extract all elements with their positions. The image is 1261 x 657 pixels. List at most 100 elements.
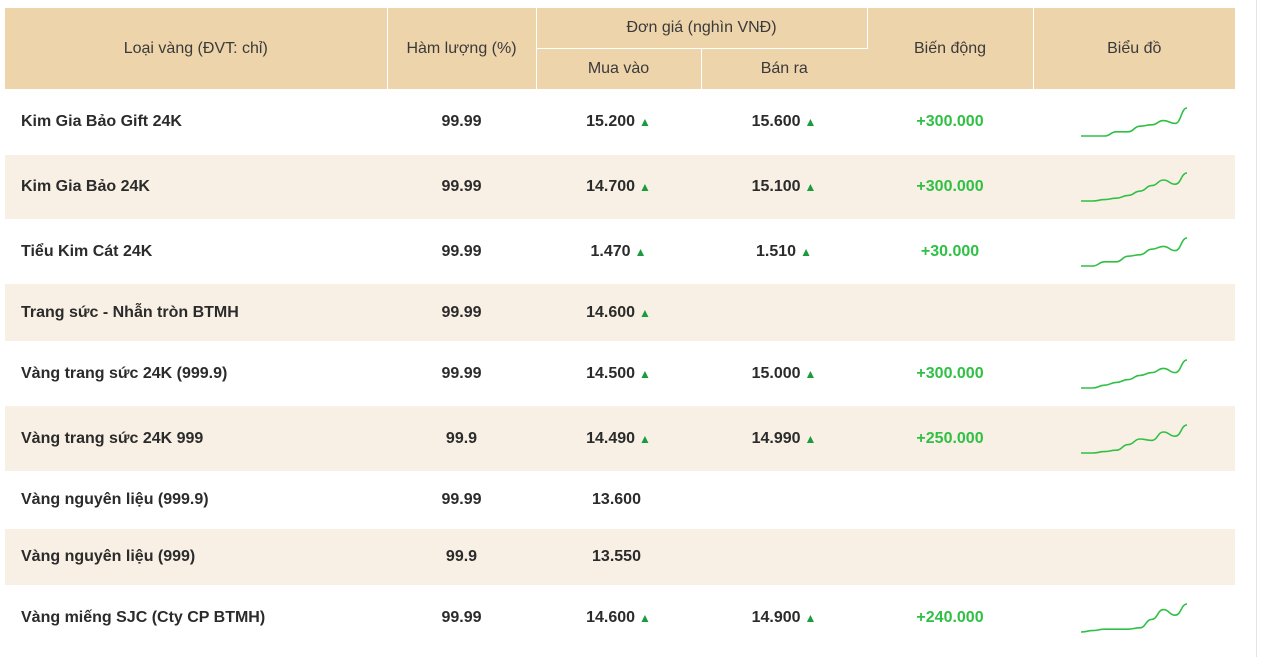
purity-value: 99.99 [441,178,482,195]
gold-type-name: Kim Gia Bảo 24K [5,155,387,219]
purity-cell: 99.99 [387,471,536,529]
purity-value: 99.99 [441,364,482,382]
sell-price-value: 15.100 [751,178,801,195]
sell-price-cell [701,529,868,585]
buy-price-cell: 13.600 [536,471,701,529]
buy-price-cell: 15.200 ▲ [536,89,701,155]
header-sell: Bán ra [701,48,868,89]
table-row: Tiểu Kim Cát 24K 99.99 1.470 ▲ 1.510 ▲ +30… [5,219,1236,284]
chart-cell[interactable] [1033,89,1236,155]
header-buy: Mua vào [536,48,702,89]
sell-price-cell: 14.990 ▲ [701,406,868,471]
gold-type-name: Trang sức - Nhẫn tròn BTMH [5,284,387,341]
sell-price-cell [701,471,868,529]
header-chart: Biểu đồ [1033,8,1236,89]
price-sparkline[interactable] [1078,235,1190,269]
chart-cell[interactable] [1033,406,1236,471]
buy-price-cell: 13.550 [536,529,701,585]
price-sparkline[interactable] [1078,170,1190,204]
table-row: Vàng nguyên liệu (999) 99.9 13.550 [5,529,1236,585]
chart-cell[interactable] [1033,585,1236,650]
gold-type-label: Vàng trang sức 24K (999.9) [21,364,228,382]
sell-price-cell: 15.100 ▲ [701,155,868,219]
purity-value: 99.99 [441,242,482,260]
gold-type-label: Vàng nguyên liệu (999.9) [21,491,209,508]
table-row: Vàng trang sức 24K (999.9) 99.99 14.500 ▲… [5,341,1236,406]
buy-price-cell: 1.470 ▲ [536,219,701,284]
buy-price-cell: 14.500 ▲ [536,341,701,406]
purity-value: 99.9 [445,429,478,447]
sell-price-value: 14.990 [751,429,801,447]
sell-price-value: 15.000 [751,364,801,382]
buy-price-value: 1.470 [590,242,631,260]
buy-price-value: 13.600 [592,491,641,508]
change-cell [867,471,1034,529]
gold-type-name: Vàng nguyên liệu (999.9) [5,471,387,529]
sparkline-path [1081,107,1188,137]
chart-cell[interactable] [1033,219,1236,284]
change-value: +300.000 [916,178,984,195]
chart-cell[interactable] [1033,341,1236,406]
gold-type-label: Trang sức - Nhẫn tròn BTMH [21,303,239,321]
purity-cell: 99.99 [387,219,536,284]
table-row: Vàng nguyên liệu (999.9) 99.99 13.600 [5,471,1236,529]
purity-cell: 99.9 [387,529,536,585]
sell-price-value: 1.510 [756,242,797,260]
purity-cell: 99.9 [387,406,536,471]
change-cell [867,529,1034,585]
price-sparkline[interactable] [1078,422,1190,456]
table-row: Trang sức - Nhẫn tròn BTMH 99.99 14.600 ▲ [5,284,1236,341]
sparkline-path [1081,236,1188,267]
purity-value: 99.99 [441,113,482,130]
up-arrow-icon: ▲ [804,431,817,446]
up-arrow-icon: ▲ [639,610,651,625]
up-arrow-icon: ▲ [639,366,651,381]
buy-price-value: 14.600 [586,303,636,321]
buy-price-value: 14.600 [586,608,636,626]
sparkline-path [1081,358,1188,389]
buy-price-value: 15.200 [586,113,636,130]
sell-price-cell: 14.900 ▲ [701,585,868,650]
change-cell [867,284,1034,341]
table-row: Kim Gia Bảo 24K 99.99 14.700 ▲ 15.100 ▲ +3… [5,155,1236,219]
gold-type-label: Vàng miếng SJC (Cty CP BTMH) [21,608,266,626]
buy-price-value: 14.700 [586,178,636,195]
price-sparkline[interactable] [1078,105,1190,139]
change-value: +300.000 [916,113,984,130]
gold-price-table: Loại vàng (ĐVT: chỉ) Hàm lượng (%) Đơn g… [5,8,1236,650]
sell-price-value: 14.900 [751,608,801,626]
purity-cell: 99.99 [387,89,536,155]
buy-price-cell: 14.600 ▲ [536,284,701,341]
buy-price-value: 14.500 [586,364,636,382]
change-cell: +300.000 [867,155,1034,219]
gold-type-label: Vàng nguyên liệu (999) [21,548,196,565]
change-value: +30.000 [920,242,980,260]
chart-cell [1033,529,1236,585]
buy-price-value: 13.550 [592,548,641,565]
gold-type-name: Vàng trang sức 24K (999.9) [5,341,387,406]
purity-cell: 99.99 [387,341,536,406]
up-arrow-icon: ▲ [804,366,817,381]
header-change: Biến động [867,8,1034,89]
change-cell: +30.000 [867,219,1034,284]
purity-cell: 99.99 [387,284,536,341]
gold-type-label: Vàng trang sức 24K 999 [21,429,204,447]
sell-price-cell [701,284,868,341]
change-cell: +250.000 [867,406,1034,471]
sell-price-cell: 15.000 ▲ [701,341,868,406]
chart-cell[interactable] [1033,155,1236,219]
up-arrow-icon: ▲ [634,244,647,259]
up-arrow-icon: ▲ [804,180,817,194]
table-header: Loại vàng (ĐVT: chỉ) Hàm lượng (%) Đơn g… [5,8,1236,89]
sell-price-cell: 15.600 ▲ [701,89,868,155]
buy-price-cell: 14.600 ▲ [536,585,701,650]
purity-value: 99.99 [441,491,482,508]
gold-type-label: Kim Gia Bảo 24K [21,178,150,195]
price-sparkline[interactable] [1078,601,1190,635]
header-purity: Hàm lượng (%) [387,8,537,89]
price-sparkline[interactable] [1078,357,1190,391]
gold-type-name: Tiểu Kim Cát 24K [5,219,387,284]
sparkline-path [1081,423,1188,454]
gold-type-label: Kim Gia Bảo Gift 24K [21,113,182,130]
change-cell: +300.000 [867,89,1034,155]
